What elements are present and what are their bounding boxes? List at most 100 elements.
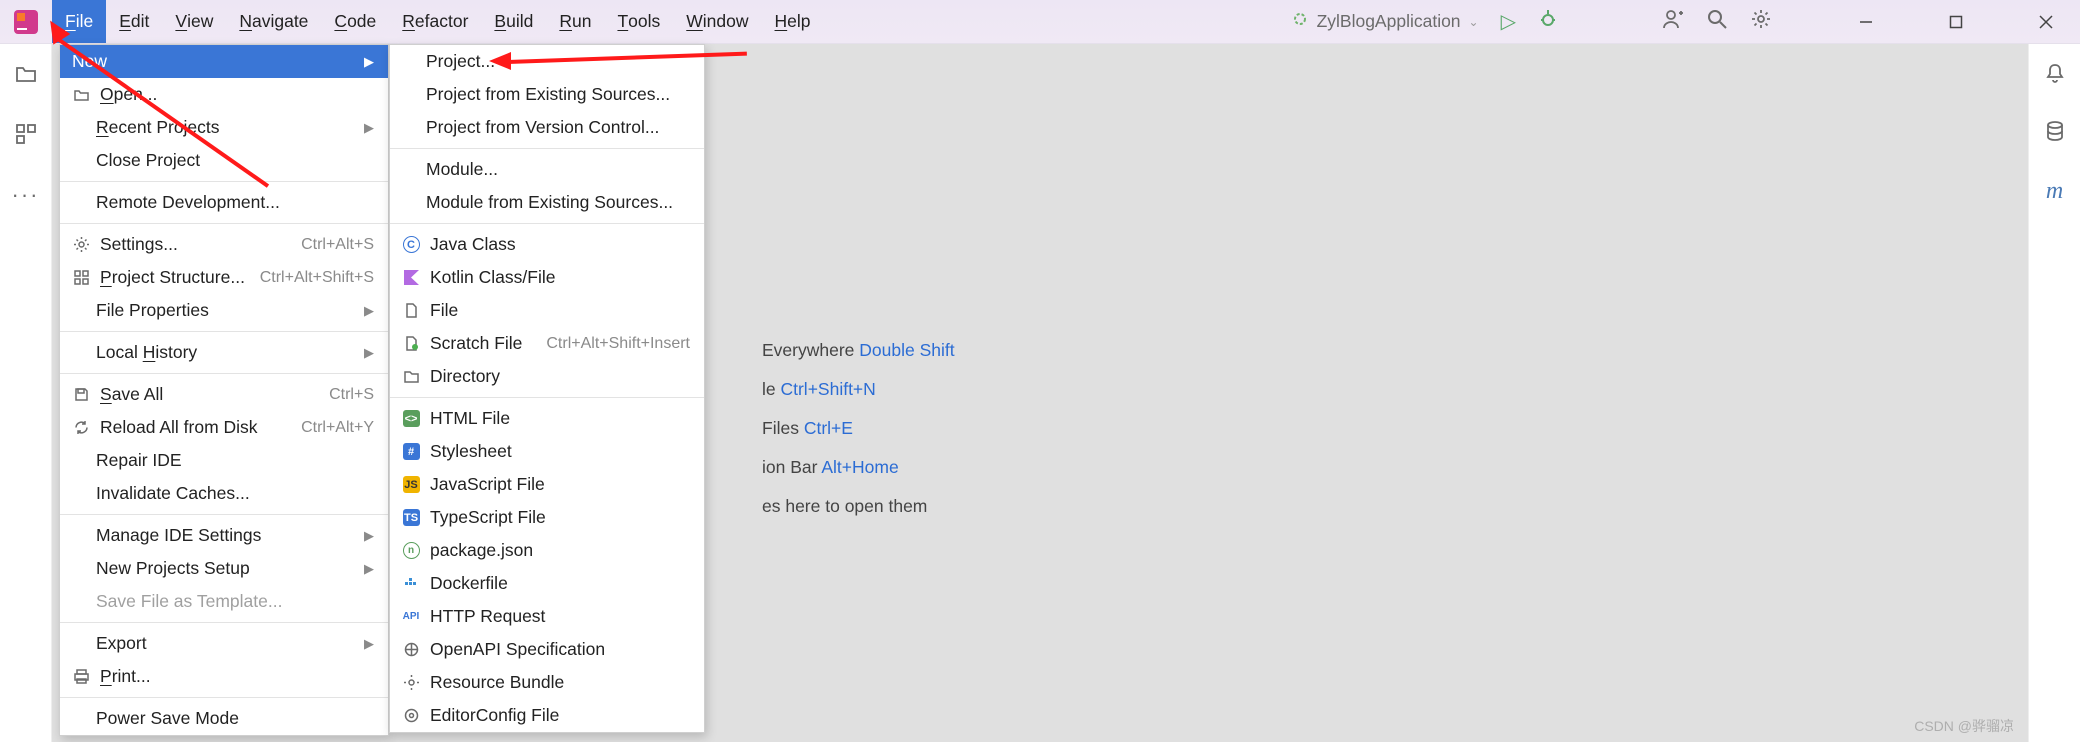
menu-file[interactable]: File (52, 0, 106, 43)
new-menu-item-resource-bundle[interactable]: Resource Bundle (390, 666, 704, 699)
file-menu-item-repair-ide[interactable]: Repair IDE (60, 444, 388, 477)
menu-view[interactable]: View (162, 0, 226, 43)
new-menu-item-module-from-existing-sources[interactable]: Module from Existing Sources... (390, 186, 704, 219)
menu-build[interactable]: Build (481, 0, 546, 43)
file-menu-item-close-project[interactable]: Close Project (60, 144, 388, 177)
menu-item-label: TypeScript File (430, 507, 690, 528)
print-icon (72, 668, 90, 686)
new-menu-item-module[interactable]: Module... (390, 153, 704, 186)
settings-gear-icon[interactable] (1750, 8, 1772, 36)
new-submenu: Project...Project from Existing Sources.… (389, 44, 705, 733)
welcome-hint: Everywhere Double Shift (762, 340, 955, 361)
welcome-hints: Everywhere Double Shiftle Ctrl+Shift+NFi… (762, 340, 955, 517)
file-menu-item-remote-development[interactable]: Remote Development... (60, 186, 388, 219)
new-menu-item-project-from-version-control[interactable]: Project from Version Control... (390, 111, 704, 144)
folder-icon (402, 368, 420, 386)
minimize-icon[interactable] (1856, 12, 1876, 32)
close-icon[interactable] (2036, 12, 2056, 32)
menu-item-label: HTML File (430, 408, 690, 429)
debug-icon[interactable] (1538, 9, 1558, 35)
js-icon: JS (402, 476, 420, 494)
new-menu-item-javascript-file[interactable]: JSJavaScript File (390, 468, 704, 501)
menu-item-label: Scratch File (430, 333, 536, 354)
file-menu-item-manage-ide-settings[interactable]: Manage IDE Settings▶ (60, 519, 388, 552)
menu-item-label: Local History (96, 342, 354, 363)
file-menu-item-invalidate-caches[interactable]: Invalidate Caches... (60, 477, 388, 510)
new-menu-item-project[interactable]: Project... (390, 45, 704, 78)
editorconfig-icon (402, 707, 420, 725)
chevron-down-icon: ⌄ (1469, 15, 1479, 29)
file-menu-item-file-properties[interactable]: File Properties▶ (60, 294, 388, 327)
menu-item-label: Kotlin Class/File (430, 267, 690, 288)
welcome-hint: es here to open them (762, 496, 955, 517)
scratch-icon (402, 335, 420, 353)
file-menu-item-recent-projects[interactable]: Recent Projects▶ (60, 111, 388, 144)
shortcut-label: Ctrl+S (329, 386, 374, 404)
more-tool-icon[interactable]: ··· (12, 182, 40, 208)
file-menu-item-new[interactable]: New▶ (60, 45, 388, 78)
new-menu-item-html-file[interactable]: <>HTML File (390, 402, 704, 435)
database-tool-icon[interactable] (2044, 120, 2066, 148)
menu-window[interactable]: Window (673, 0, 761, 43)
file-menu: New▶Open...Recent Projects▶Close Project… (59, 44, 389, 736)
structure-tool-icon[interactable] (14, 122, 38, 152)
file-menu-item-save-all[interactable]: Save AllCtrl+S (60, 378, 388, 411)
file-menu-item-reload-all-from-disk[interactable]: Reload All from DiskCtrl+Alt+Y (60, 411, 388, 444)
file-menu-item-export[interactable]: Export▶ (60, 627, 388, 660)
new-menu-item-dockerfile[interactable]: Dockerfile (390, 567, 704, 600)
menu-item-label: Power Save Mode (96, 708, 374, 729)
new-menu-item-java-class[interactable]: CJava Class (390, 228, 704, 261)
menu-item-label: Settings... (100, 234, 291, 255)
chevron-right-icon: ▶ (364, 54, 374, 70)
reload-icon (72, 419, 90, 437)
new-menu-item-openapi-specification[interactable]: OpenAPI Specification (390, 633, 704, 666)
menu-item-label: HTTP Request (430, 606, 690, 627)
menu-run[interactable]: Run (546, 0, 604, 43)
welcome-hint: Files Ctrl+E (762, 418, 955, 439)
new-menu-item-project-from-existing-sources[interactable]: Project from Existing Sources... (390, 78, 704, 111)
person-add-icon[interactable] (1662, 8, 1684, 36)
menu-refactor[interactable]: Refactor (389, 0, 481, 43)
new-menu-item-file[interactable]: File (390, 294, 704, 327)
menu-navigate[interactable]: Navigate (226, 0, 321, 43)
notifications-icon[interactable] (2044, 62, 2066, 90)
file-menu-item-new-projects-setup[interactable]: New Projects Setup▶ (60, 552, 388, 585)
run-config-selector[interactable]: ZylBlogApplication ⌄ (1291, 10, 1479, 33)
menu-item-label: Save File as Template... (96, 591, 374, 612)
folder-open-icon (72, 86, 90, 104)
menu-item-label: Invalidate Caches... (96, 483, 374, 504)
chevron-right-icon: ▶ (364, 120, 374, 136)
menu-item-label: File Properties (96, 300, 354, 321)
run-icon[interactable]: ▷ (1501, 9, 1516, 34)
menu-item-label: package.json (430, 540, 690, 561)
menu-edit[interactable]: Edit (106, 0, 162, 43)
npm-icon: n (402, 542, 420, 560)
search-icon[interactable] (1706, 8, 1728, 36)
new-menu-item-stylesheet[interactable]: #Stylesheet (390, 435, 704, 468)
new-menu-item-scratch-file[interactable]: Scratch File Ctrl+Alt+Shift+Insert (390, 327, 704, 360)
file-menu-item-open[interactable]: Open... (60, 78, 388, 111)
maximize-icon[interactable] (1946, 12, 1966, 32)
file-menu-item-settings[interactable]: Settings...Ctrl+Alt+S (60, 228, 388, 261)
menu-help[interactable]: Help (762, 0, 824, 43)
menu-item-label: Print... (100, 666, 374, 687)
app-logo-icon (12, 8, 40, 36)
menu-tools[interactable]: Tools (604, 0, 673, 43)
file-menu-item-project-structure[interactable]: Project Structure...Ctrl+Alt+Shift+S (60, 261, 388, 294)
file-menu-item-local-history[interactable]: Local History ▶ (60, 336, 388, 369)
new-menu-item-typescript-file[interactable]: TSTypeScript File (390, 501, 704, 534)
project-tool-icon[interactable] (14, 62, 38, 92)
new-menu-item-directory[interactable]: Directory (390, 360, 704, 393)
file-menu-item-power-save-mode[interactable]: Power Save Mode (60, 702, 388, 735)
menu-item-label: Repair IDE (96, 450, 374, 471)
menu-code[interactable]: Code (321, 0, 389, 43)
new-menu-item-http-request[interactable]: APIHTTP Request (390, 600, 704, 633)
new-menu-item-package-json[interactable]: n package.json (390, 534, 704, 567)
new-menu-item-editorconfig-file[interactable]: EditorConfig File (390, 699, 704, 732)
menubar: FileEditViewNavigateCodeRefactorBuildRun… (0, 0, 2080, 44)
maven-tool-icon[interactable]: m (2046, 178, 2063, 205)
new-menu-item-kotlin-class-file[interactable]: Kotlin Class/File (390, 261, 704, 294)
shortcut-label: Ctrl+Alt+Shift+Insert (546, 335, 690, 353)
file-menu-item-print[interactable]: Print... (60, 660, 388, 693)
chevron-right-icon: ▶ (364, 345, 374, 361)
